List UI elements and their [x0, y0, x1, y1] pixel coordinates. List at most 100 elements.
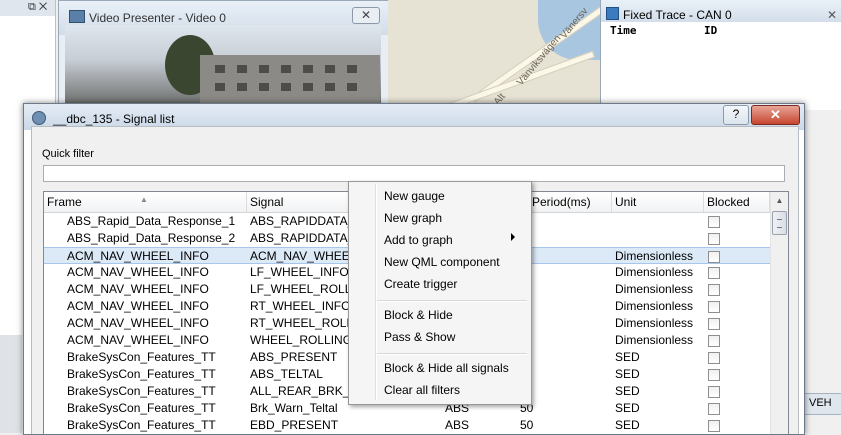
left-panel-window-controls[interactable]: ⧉ ✕ — [28, 1, 47, 14]
video-presenter-title: Video Presenter - Video 0 — [89, 11, 226, 25]
dialog-title: __dbc_135 - Signal list — [53, 112, 175, 126]
cell-unit: SED — [615, 401, 640, 415]
cell-signal: Brk_Warn_Teltal — [250, 401, 338, 415]
blocked-checkbox[interactable] — [708, 251, 720, 263]
sort-ascending-icon: ▲ — [140, 195, 148, 204]
cell-signal: LF_WHEEL_ROLLIN — [250, 282, 364, 296]
blocked-checkbox[interactable] — [708, 335, 720, 347]
video-window — [347, 65, 357, 73]
cell-unit: Dimensionless — [615, 265, 694, 279]
cell-unit: Dimensionless — [615, 299, 694, 313]
map-view[interactable]: Vänersv Vänviksvägen Alt — [388, 0, 601, 110]
blocked-checkbox[interactable] — [708, 284, 720, 296]
column-header-signal-label: Signal — [250, 195, 284, 209]
video-presenter-window: Video Presenter - Video 0 ✕ — [58, 0, 390, 112]
video-window — [325, 83, 335, 91]
video-window — [215, 65, 225, 73]
cell-signal: ACM_NAV_WHEEL_ — [250, 249, 364, 263]
video-window — [347, 83, 357, 91]
video-frame — [65, 25, 381, 111]
cell-unit: Dimensionless — [615, 282, 694, 296]
video-presenter-close-button[interactable]: ✕ — [352, 7, 380, 24]
column-header-frame-label: Frame — [47, 195, 82, 209]
video-window — [303, 83, 313, 91]
scroll-up-icon[interactable]: ▲ — [771, 192, 788, 209]
cell-signal: LF_WHEEL_INFO_S — [250, 265, 364, 279]
cell-frame: ACM_NAV_WHEEL_INFO — [67, 316, 209, 330]
menu-item-pass-show[interactable]: Pass & Show — [384, 327, 455, 347]
cell-frame: ACM_NAV_WHEEL_INFO — [67, 265, 209, 279]
video-window — [215, 83, 225, 91]
cell-frame: ACM_NAV_WHEEL_INFO — [67, 299, 209, 313]
menu-item-add-to-graph[interactable]: Add to graph — [384, 230, 453, 250]
blocked-checkbox[interactable] — [708, 386, 720, 398]
menu-item-block-hide[interactable]: Block & Hide — [384, 305, 453, 325]
cell-period: 50 — [520, 418, 534, 432]
column-header-period-label: Period(ms) — [532, 195, 591, 209]
blocked-checkbox[interactable] — [708, 369, 720, 381]
blocked-checkbox[interactable] — [708, 216, 720, 228]
fixed-trace-title: Fixed Trace - CAN 0 — [623, 8, 732, 22]
cell-frame: BrakeSysCon_Features_TT — [67, 384, 216, 398]
column-header-frame[interactable]: Frame ▲ — [44, 192, 247, 212]
cell-signal: ABS_PRESENT — [250, 350, 338, 364]
cell-frame: BrakeSysCon_Features_TT — [67, 367, 216, 381]
cell-unit: SED — [615, 350, 640, 364]
vertical-scrollbar[interactable]: ▲ — [770, 192, 788, 434]
video-window — [325, 65, 335, 73]
cell-frame: ACM_NAV_WHEEL_INFO — [67, 333, 209, 347]
veh-tab[interactable]: VEH — [804, 393, 841, 415]
blocked-checkbox[interactable] — [708, 301, 720, 313]
cell-sender: ABS — [445, 418, 470, 432]
submenu-arrow-icon — [511, 233, 515, 241]
video-window — [281, 65, 291, 73]
menu-item-new-gauge[interactable]: New gauge — [384, 186, 445, 206]
blocked-checkbox[interactable] — [708, 420, 720, 432]
trace-icon — [606, 7, 619, 20]
cell-unit: SED — [615, 367, 640, 381]
column-header-unit-label: Unit — [615, 195, 637, 209]
fixed-trace-close-button[interactable]: ✕ — [827, 8, 837, 22]
column-header-unit[interactable]: Unit — [612, 192, 704, 212]
menu-icon-gutter — [375, 184, 377, 400]
video-window — [259, 83, 269, 91]
menu-separator — [377, 353, 527, 355]
cell-unit: Dimensionless — [615, 249, 694, 263]
cell-frame: BrakeSysCon_Features_TT — [67, 350, 216, 364]
fixed-trace-window: Fixed Trace - CAN 0 ✕ Time ID — [600, 0, 841, 110]
cell-unit: SED — [615, 418, 640, 432]
blocked-checkbox[interactable] — [708, 352, 720, 364]
help-button[interactable]: ? — [723, 105, 749, 125]
menu-item-new-qml-component[interactable]: New QML component — [384, 252, 500, 272]
quick-filter-input[interactable] — [43, 165, 785, 182]
menu-separator — [377, 300, 527, 302]
trace-column-time[interactable]: Time — [610, 24, 637, 37]
cell-frame: ACM_NAV_WHEEL_INFO — [67, 249, 209, 263]
video-window — [237, 65, 247, 73]
blocked-checkbox[interactable] — [708, 233, 720, 245]
column-header-blocked-label: Blocked — [707, 195, 750, 209]
column-header-blocked[interactable]: Blocked — [704, 192, 770, 212]
menu-item-block-hide-all[interactable]: Block & Hide all signals — [384, 358, 509, 378]
table-row[interactable]: BrakeSysCon_Features_TT EBD_PRESENT ABS 50 S… — [44, 417, 770, 434]
video-window — [237, 83, 247, 91]
video-window — [303, 65, 313, 73]
cell-frame: ABS_Rapid_Data_Response_1 — [67, 214, 236, 228]
video-window — [281, 83, 291, 91]
close-button[interactable]: ✕ — [751, 105, 800, 125]
blocked-checkbox[interactable] — [708, 403, 720, 415]
left-panel-titlebar: ⧉ ✕ — [0, 0, 55, 16]
menu-item-create-trigger[interactable]: Create trigger — [384, 274, 457, 294]
cell-frame: BrakeSysCon_Features_TT — [67, 418, 216, 432]
blocked-checkbox[interactable] — [708, 318, 720, 330]
blocked-checkbox[interactable] — [708, 267, 720, 279]
video-icon — [69, 10, 85, 23]
cell-frame: ABS_Rapid_Data_Response_2 — [67, 231, 236, 245]
menu-item-clear-all-filters[interactable]: Clear all filters — [384, 380, 460, 400]
menu-item-new-graph[interactable]: New graph — [384, 208, 442, 228]
scrollbar-thumb[interactable] — [772, 211, 787, 235]
trace-column-id[interactable]: ID — [704, 24, 717, 37]
cell-signal: EBD_PRESENT — [250, 418, 339, 432]
left-bottom-strip — [0, 335, 22, 433]
video-window — [259, 65, 269, 73]
